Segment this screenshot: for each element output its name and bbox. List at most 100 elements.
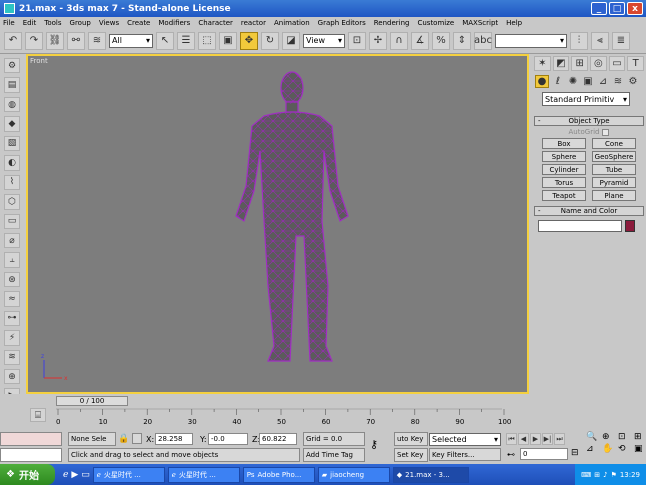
move-icon[interactable]: ✥ [240, 31, 258, 50]
menu-character[interactable]: Character [198, 19, 233, 27]
dashpot-icon[interactable]: ⫠ [4, 252, 20, 268]
motor-icon[interactable]: ⊛ [4, 271, 20, 288]
rect-selection-icon[interactable]: ⬚ [198, 31, 216, 50]
zoom-icon[interactable]: 🔍 [586, 432, 600, 442]
taskbar-item[interactable]: ◆ 21.max - 3... [392, 466, 469, 483]
menu-rendering[interactable]: Rendering [374, 19, 410, 27]
rotate-icon[interactable]: ↻ [261, 31, 279, 50]
pan-icon[interactable]: ✋ [602, 444, 616, 454]
shapes-icon[interactable]: ℓ [552, 75, 564, 88]
listener-pink-field[interactable] [0, 432, 62, 446]
utilities-tab-icon[interactable]: T [627, 56, 645, 71]
start-button[interactable]: ❖ 开始 [0, 464, 55, 485]
ime-icon[interactable]: ⌨ [581, 471, 591, 479]
next-frame-icon[interactable]: ▶| [542, 433, 553, 445]
clock[interactable]: 13:29 [620, 471, 640, 479]
y-coordinate-field[interactable]: -0.0 [208, 433, 248, 445]
menu-maxscript[interactable]: MAXScript [462, 19, 498, 27]
select-by-name-icon[interactable]: ☰ [177, 31, 195, 50]
collection-icon[interactable]: ▤ [4, 77, 20, 93]
taskbar-item[interactable]: ℯ 火星时代 ... [167, 466, 240, 483]
ie-icon[interactable]: ℯ [63, 470, 68, 480]
maximize-button[interactable]: □ [609, 2, 625, 15]
menu-group[interactable]: Group [70, 19, 91, 27]
key-mode-icon[interactable]: ⊷ [507, 450, 515, 459]
menu-reactor[interactable]: reactor [241, 19, 266, 27]
time-config-icon[interactable]: ⊟ [571, 448, 579, 458]
link-icon[interactable]: ⛓ [46, 31, 64, 50]
tube-button[interactable]: Tube [592, 164, 636, 175]
unlink-icon[interactable]: ⚯ [67, 31, 85, 50]
pivot-icon[interactable]: ⊡ [348, 31, 366, 50]
systems-icon[interactable]: ⚙ [627, 75, 639, 88]
front-viewport[interactable]: Front z x [26, 54, 529, 394]
curve-editor-icon[interactable]: ⌸ [30, 408, 46, 422]
arc-rotate-icon[interactable]: ⟲ [618, 444, 632, 454]
geosphere-button[interactable]: GeoSphere [592, 151, 636, 162]
menu-tools[interactable]: Tools [44, 19, 61, 27]
menu-views[interactable]: Views [99, 19, 119, 27]
snap-icon[interactable]: ∩ [390, 31, 408, 50]
lights-icon[interactable]: ✺ [567, 75, 579, 88]
menu-modifiers[interactable]: Modifiers [158, 19, 190, 27]
named-selection-dropdown[interactable]: ▾ [495, 33, 567, 48]
deforming-mesh-icon[interactable]: ⬡ [4, 194, 20, 210]
media-player-icon[interactable]: ▶ [71, 470, 78, 480]
listener-white-field[interactable] [0, 448, 62, 462]
x-coordinate-field[interactable]: 28.258 [155, 433, 193, 445]
spacewarps-icon[interactable]: ≋ [612, 75, 624, 88]
angle-snap-icon[interactable]: ∡ [411, 31, 429, 50]
character-mesh[interactable]: z x [28, 56, 527, 392]
current-frame-field[interactable]: 0 [520, 448, 568, 460]
spring-icon[interactable]: ⌀ [4, 232, 20, 249]
percent-snap-icon[interactable]: % [432, 31, 450, 50]
taskbar-item[interactable]: Ps Adobe Pho... [242, 466, 315, 483]
plane-button[interactable]: Plane [592, 190, 636, 201]
manipulate-icon[interactable]: ✢ [369, 31, 387, 50]
sphere-collision-icon[interactable]: ◍ [4, 96, 20, 113]
menu-help[interactable]: Help [506, 19, 522, 27]
teapot-button[interactable]: Teapot [542, 190, 586, 201]
object-type-rollout-header[interactable]: - Object Type [534, 116, 644, 126]
cameras-icon[interactable]: ▣ [582, 75, 594, 88]
geometry-icon[interactable]: ● [535, 75, 549, 88]
zoom-all-icon[interactable]: ⊕ [602, 432, 616, 442]
lock-icon[interactable]: 🔒 [118, 434, 129, 444]
torus-button[interactable]: Torus [542, 177, 586, 188]
layer-icon[interactable]: ≣ [612, 31, 630, 50]
autogrid-checkbox[interactable] [602, 128, 610, 136]
set-key-button[interactable]: Set Key [394, 448, 428, 462]
key-filters-button[interactable]: Key Filters... [429, 448, 501, 461]
helpers-icon[interactable]: ⊿ [597, 75, 609, 88]
z-coordinate-field[interactable]: 60.822 [259, 433, 297, 445]
volume-icon[interactable]: ♪ [603, 471, 607, 479]
cone-button[interactable]: Cone [592, 138, 636, 149]
network-icon[interactable]: ⊞ [594, 471, 600, 479]
menu-create[interactable]: Create [127, 19, 150, 27]
object-color-swatch[interactable] [625, 220, 635, 232]
time-slider[interactable]: 0 / 100 [56, 396, 128, 406]
menu-edit[interactable]: Edit [23, 19, 37, 27]
cylinder-button[interactable]: Cylinder [542, 164, 586, 175]
cloth-icon[interactable]: ▧ [4, 135, 20, 152]
menu-animation[interactable]: Animation [274, 19, 310, 27]
reactor-icon[interactable]: ⚙ [4, 58, 20, 74]
toy-car-icon[interactable]: ⊶ [4, 310, 20, 327]
named-selection-icon[interactable]: abc [474, 31, 492, 50]
go-to-start-icon[interactable]: ⏮ [506, 433, 517, 445]
select-icon[interactable]: ↖ [156, 31, 174, 50]
taskbar-item[interactable]: ℯ 火星时代 ... [92, 466, 165, 483]
rope-icon[interactable]: ⌇ [4, 174, 20, 191]
auto-key-button[interactable]: uto Key [394, 432, 428, 446]
timeline-ruler[interactable]: 0 10 20 30 40 50 60 70 80 90 100 [56, 407, 516, 427]
menu-graph-editors[interactable]: Graph Editors [318, 19, 366, 27]
constraint-icon[interactable]: ⊕ [4, 369, 20, 385]
primitive-type-dropdown[interactable]: Standard Primitiv ▾ [542, 92, 630, 106]
selection-filter-dropdown[interactable]: All ▾ [109, 33, 153, 48]
object-name-input[interactable] [538, 220, 622, 232]
softbody-icon[interactable]: ◐ [4, 155, 20, 171]
mirror-icon[interactable]: ⫶ [570, 31, 588, 50]
rigid-body-icon[interactable]: ◆ [4, 116, 20, 132]
fracture-icon[interactable]: ⚡ [4, 330, 20, 346]
field-of-view-icon[interactable]: ⊿ [586, 444, 600, 454]
